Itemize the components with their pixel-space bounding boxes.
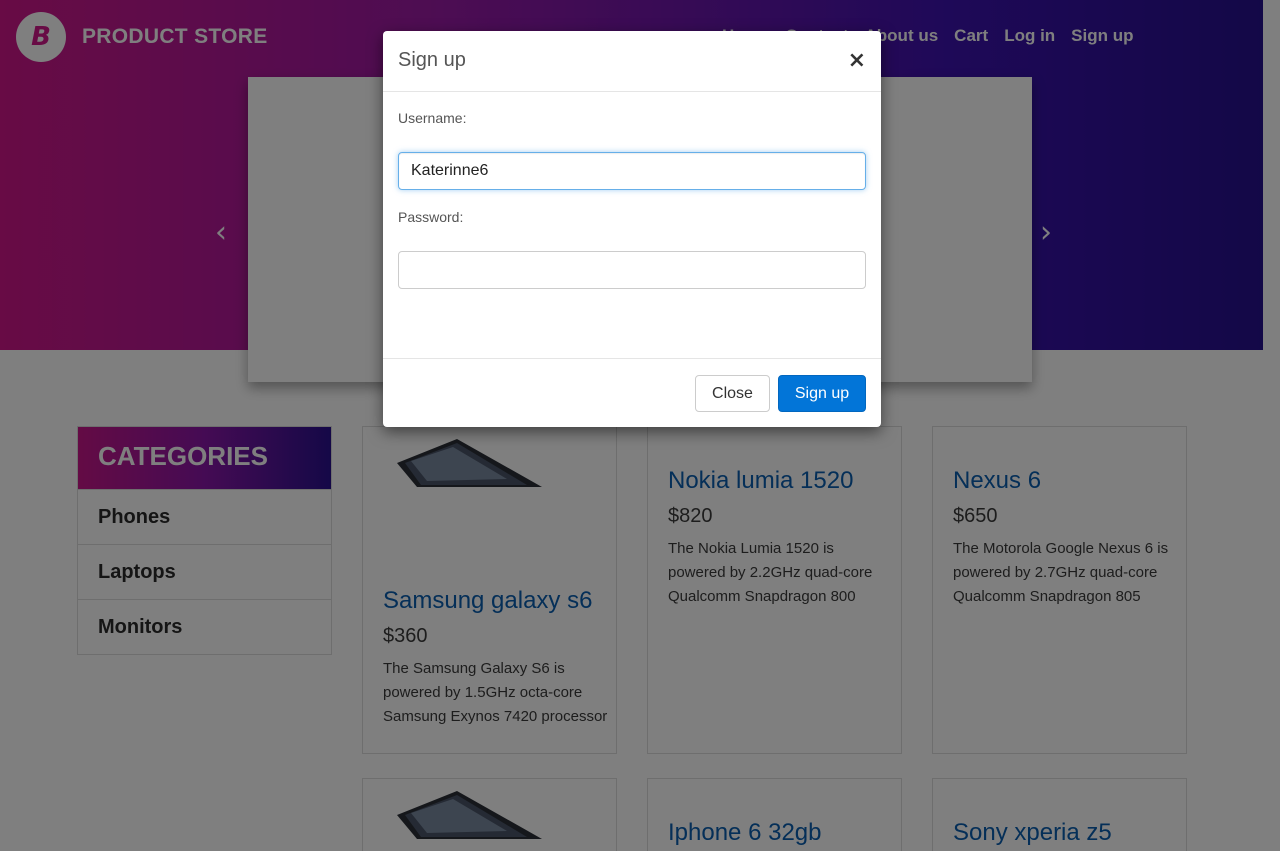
modal-header: Sign up × <box>383 31 881 92</box>
password-label: Password: <box>398 209 464 225</box>
username-field[interactable]: Katerinne6 <box>398 152 866 190</box>
username-label: Username: <box>398 110 467 126</box>
modal-body: Username: Katerinne6 Password: <box>383 92 881 358</box>
modal-footer: Close Sign up <box>383 358 881 427</box>
modal-title: Sign up <box>398 49 466 71</box>
signup-modal: Sign up × Username: Katerinne6 Password:… <box>383 31 881 427</box>
close-button[interactable]: Close <box>695 375 770 412</box>
close-icon[interactable]: × <box>848 48 866 73</box>
password-field[interactable] <box>398 251 866 289</box>
sign-up-button[interactable]: Sign up <box>778 375 866 412</box>
